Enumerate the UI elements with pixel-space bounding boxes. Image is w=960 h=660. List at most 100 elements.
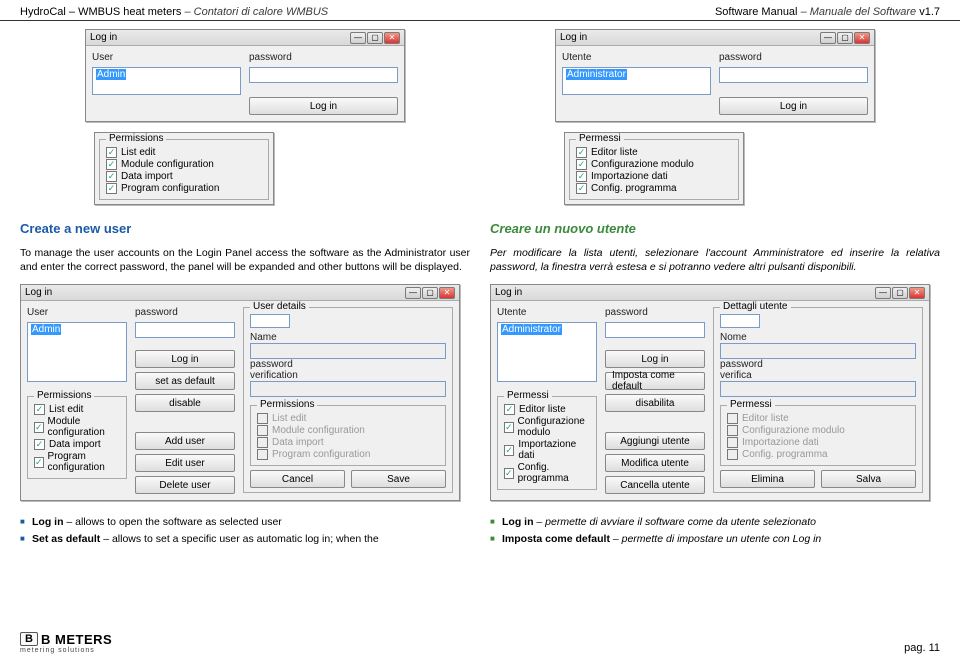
password-label: password bbox=[719, 52, 868, 63]
user-listbox[interactable]: Administrator bbox=[497, 322, 597, 382]
perm-data-import-dis: Data import bbox=[257, 437, 439, 448]
brand-logo: B B METERS metering solutions bbox=[20, 632, 112, 654]
perm-import-dati[interactable]: ✓Importazione dati bbox=[576, 171, 732, 182]
permissions-title: Permessi bbox=[504, 390, 552, 401]
user-label: Utente bbox=[497, 307, 597, 318]
edit-user-button[interactable]: Edit user bbox=[135, 454, 235, 472]
password-input[interactable] bbox=[135, 322, 235, 338]
password-verify-input[interactable] bbox=[720, 381, 916, 397]
name-label: Name bbox=[250, 332, 446, 343]
close-icon[interactable]: ✕ bbox=[854, 32, 870, 44]
minimize-icon[interactable]: — bbox=[875, 287, 891, 299]
set-default-button[interactable]: Imposta come default bbox=[605, 372, 705, 390]
maximize-icon[interactable]: ▢ bbox=[367, 32, 383, 44]
edit-user-button[interactable]: Modifica utente bbox=[605, 454, 705, 472]
user-label: Utente bbox=[562, 52, 711, 63]
maximize-icon[interactable]: ▢ bbox=[892, 287, 908, 299]
login-button[interactable]: Log in bbox=[719, 97, 868, 115]
perm-config-modulo[interactable]: ✓Configurazione modulo bbox=[576, 159, 732, 170]
delete-user-button[interactable]: Cancella utente bbox=[605, 476, 705, 494]
perm-list-edit[interactable]: ✓List edit bbox=[106, 147, 262, 158]
minimize-icon[interactable]: — bbox=[350, 32, 366, 44]
set-default-button[interactable]: set as default bbox=[135, 372, 235, 390]
window-title: Log in bbox=[90, 32, 117, 43]
bullet-login-en: Log in – allows to open the software as … bbox=[20, 515, 470, 529]
minimize-icon[interactable]: — bbox=[405, 287, 421, 299]
disable-button[interactable]: disable bbox=[135, 394, 235, 412]
bullet-list-it: Log in – permette di avviare il software… bbox=[490, 515, 940, 545]
perm-config-modulo-dis: Configurazione modulo bbox=[727, 425, 909, 436]
disable-button[interactable]: disabilita bbox=[605, 394, 705, 412]
password-label: password bbox=[605, 307, 705, 318]
perm-module-config-dis: Module configuration bbox=[257, 425, 439, 436]
close-icon[interactable]: ✕ bbox=[384, 32, 400, 44]
cancel-button[interactable]: Cancel bbox=[250, 470, 345, 488]
user-listbox[interactable]: Admin bbox=[27, 322, 127, 382]
perm-editor-liste[interactable]: ✓Editor liste bbox=[504, 404, 590, 415]
permissions-title: Permissions bbox=[34, 390, 94, 401]
permissions-title-inner: Permessi bbox=[727, 399, 775, 410]
perm-module-config[interactable]: ✓Module configuration bbox=[106, 159, 262, 170]
close-icon[interactable]: ✕ bbox=[439, 287, 455, 299]
perm-import-dati-dis: Importazione dati bbox=[727, 437, 909, 448]
password2-label: password bbox=[250, 359, 446, 370]
perm-config-programma[interactable]: ✓Config. programma bbox=[576, 183, 732, 194]
id-input[interactable] bbox=[250, 314, 290, 328]
perm-module-config[interactable]: ✓Module configuration bbox=[34, 416, 120, 438]
add-user-button[interactable]: Add user bbox=[135, 432, 235, 450]
password2-label: password bbox=[720, 359, 916, 370]
user-label: User bbox=[27, 307, 127, 318]
perm-program-config-dis: Program configuration bbox=[257, 449, 439, 460]
perm-list-edit[interactable]: ✓List edit bbox=[34, 404, 120, 415]
window-title: Log in bbox=[25, 287, 52, 298]
cancel-button[interactable]: Elimina bbox=[720, 470, 815, 488]
user-listbox[interactable]: Administrator bbox=[562, 67, 711, 95]
name-input[interactable] bbox=[250, 343, 446, 359]
user-details-title: Dettagli utente bbox=[720, 301, 791, 312]
close-icon[interactable]: ✕ bbox=[909, 287, 925, 299]
password-input[interactable] bbox=[249, 67, 398, 83]
delete-user-button[interactable]: Delete user bbox=[135, 476, 235, 494]
login-window-ext-en: Log in — ▢ ✕ User Admin Permissions ✓Lis… bbox=[20, 284, 460, 501]
heading-create-user-en: Create a new user bbox=[20, 221, 470, 236]
maximize-icon[interactable]: ▢ bbox=[837, 32, 853, 44]
add-user-button[interactable]: Aggiungi utente bbox=[605, 432, 705, 450]
name-input[interactable] bbox=[720, 343, 916, 359]
password-input[interactable] bbox=[719, 67, 868, 83]
manual-name: Software Manual bbox=[715, 6, 798, 18]
maximize-icon[interactable]: ▢ bbox=[422, 287, 438, 299]
manual-name-it: – Manuale del Software bbox=[801, 6, 917, 18]
user-details-title: User details bbox=[250, 301, 309, 312]
verify-label: verifica bbox=[720, 370, 916, 381]
perm-import-dati[interactable]: ✓Importazione dati bbox=[504, 439, 590, 461]
save-button[interactable]: Save bbox=[351, 470, 446, 488]
perm-config-programma[interactable]: ✓Config. programma bbox=[504, 462, 590, 484]
perm-program-config[interactable]: ✓Program configuration bbox=[34, 451, 120, 473]
perm-data-import[interactable]: ✓Data import bbox=[106, 171, 262, 182]
login-button[interactable]: Log in bbox=[605, 350, 705, 368]
user-listbox[interactable]: Admin bbox=[92, 67, 241, 95]
login-button[interactable]: Log in bbox=[249, 97, 398, 115]
perm-editor-liste-dis: Editor liste bbox=[727, 413, 909, 424]
logo-icon: B bbox=[20, 632, 38, 646]
body-text-it: Per modificare la lista utenti, selezion… bbox=[490, 246, 940, 274]
perm-config-modulo[interactable]: ✓Configurazione modulo bbox=[504, 416, 590, 438]
verify-label: verification bbox=[250, 370, 446, 381]
brand-name: B METERS bbox=[41, 633, 112, 646]
password-verify-input[interactable] bbox=[250, 381, 446, 397]
id-input[interactable] bbox=[720, 314, 760, 328]
password-input[interactable] bbox=[605, 322, 705, 338]
version: v1.7 bbox=[919, 6, 940, 18]
bullet-list-en: Log in – allows to open the software as … bbox=[20, 515, 470, 545]
bullet-login-it: Log in – permette di avviare il software… bbox=[490, 515, 940, 529]
password-label: password bbox=[135, 307, 235, 318]
minimize-icon[interactable]: — bbox=[820, 32, 836, 44]
bullet-set-default-it: Imposta come default – permette di impos… bbox=[490, 532, 940, 546]
perm-editor-liste[interactable]: ✓Editor liste bbox=[576, 147, 732, 158]
perm-program-config[interactable]: ✓Program configuration bbox=[106, 183, 262, 194]
password-label: password bbox=[249, 52, 398, 63]
save-button[interactable]: Salva bbox=[821, 470, 916, 488]
page-number: pag. 11 bbox=[904, 642, 940, 654]
perm-data-import[interactable]: ✓Data import bbox=[34, 439, 120, 450]
login-button[interactable]: Log in bbox=[135, 350, 235, 368]
